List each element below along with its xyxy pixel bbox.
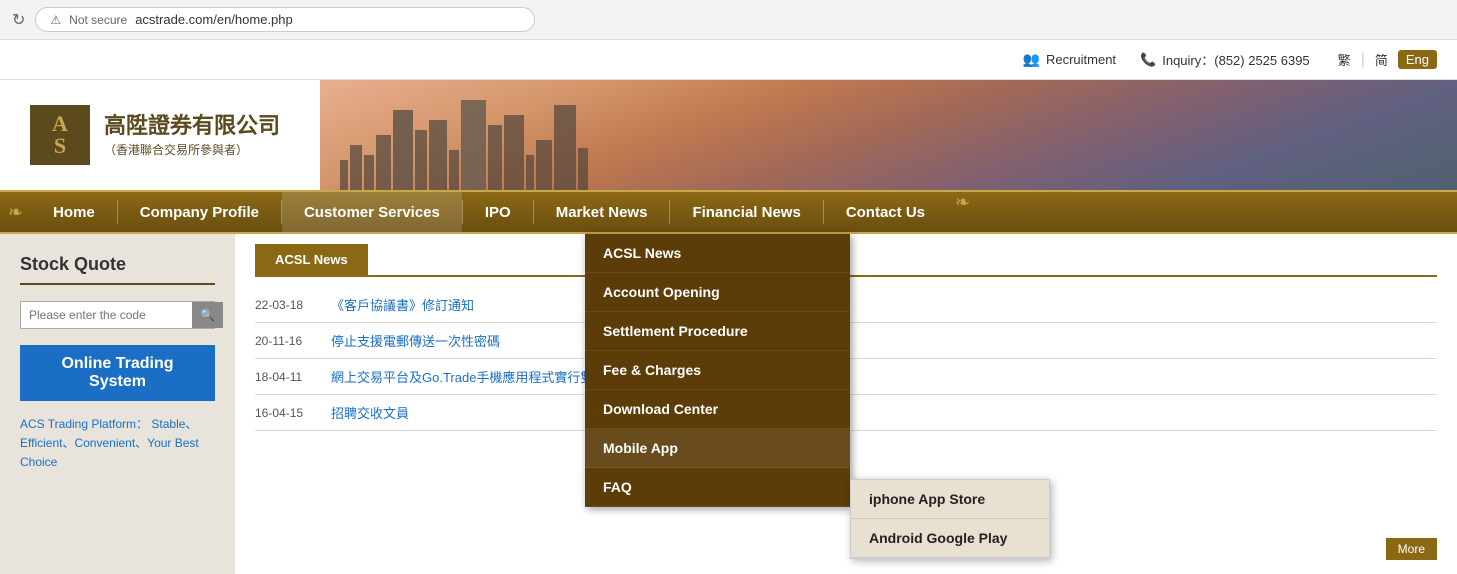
nav-right-ornament: ❧: [947, 192, 1457, 213]
company-name-zh: 高陞證券有限公司: [104, 112, 280, 141]
dropdown-item-acsl-news[interactable]: ACSL News: [585, 234, 850, 273]
more-button[interactable]: More: [1386, 538, 1437, 560]
stock-quote-title: Stock Quote: [20, 254, 215, 285]
news-link-2[interactable]: 停止支援電郵傳送一次性密碼: [331, 331, 500, 350]
logo-area: A S 高陞證券有限公司 （香港聯合交易所參與者）: [0, 80, 320, 190]
header-banner: A S 高陞證券有限公司 （香港聯合交易所參與者）: [0, 80, 1457, 190]
sub-dropdown-android-google-play[interactable]: Android Google Play: [851, 519, 1049, 558]
not-secure-icon: ⚠: [50, 13, 61, 27]
company-name-area: 高陞證券有限公司 （香港聯合交易所參與者）: [104, 112, 280, 158]
stock-search-button[interactable]: 🔍: [192, 302, 223, 328]
recruitment-label: Recruitment: [1046, 52, 1116, 67]
acs-platform-text: ACS Trading Platform： Stable、Efficient、C…: [20, 415, 215, 473]
skyline: [320, 100, 1457, 190]
dropdown-item-mobile-app[interactable]: Mobile App: [585, 429, 850, 468]
nav-item-customer-services[interactable]: Customer Services: [282, 192, 462, 232]
browser-url[interactable]: acstrade.com/en/home.php: [135, 12, 293, 27]
nav-item-company-profile[interactable]: Company Profile: [118, 192, 281, 232]
dropdown-item-fee-charges[interactable]: Fee & Charges: [585, 351, 850, 390]
phone-icon: [1140, 52, 1156, 68]
dropdown-item-settlement-procedure[interactable]: Settlement Procedure: [585, 312, 850, 351]
nav-item-ipo[interactable]: IPO: [463, 192, 533, 232]
customer-services-dropdown: ACSL News Account Opening Settlement Pro…: [585, 234, 850, 507]
inquiry-info: Inquiry：(852) 2525 6395: [1140, 50, 1310, 69]
news-tab-acsl[interactable]: ACSL News: [255, 244, 368, 275]
recruitment-link[interactable]: Recruitment: [1023, 51, 1117, 68]
banner-image: [320, 80, 1457, 190]
news-link-1[interactable]: 《客戶協議書》修訂通知: [331, 295, 474, 314]
nav-left-ornament: ❧: [0, 192, 31, 232]
nav-item-home[interactable]: Home: [31, 192, 117, 232]
nav-item-financial-news[interactable]: Financial News: [670, 192, 822, 232]
news-date-2: 20-11-16: [255, 334, 315, 348]
logo-box: A S: [30, 105, 90, 165]
search-icon: 🔍: [200, 308, 215, 322]
not-secure-label: Not secure: [69, 13, 127, 27]
stock-search-bar: 🔍: [20, 301, 215, 329]
stock-search-input[interactable]: [21, 302, 192, 328]
news-date-3: 18-04-11: [255, 370, 315, 384]
news-date-1: 22-03-18: [255, 298, 315, 312]
company-sub-zh: （香港聯合交易所參與者）: [104, 141, 280, 158]
mobile-app-sub-dropdown: iphone App Store Android Google Play: [850, 479, 1050, 559]
news-date-4: 16-04-15: [255, 406, 315, 420]
news-link-4[interactable]: 招聘交收文員: [331, 403, 409, 422]
top-bar: Recruitment Inquiry：(852) 2525 6395 繁 | …: [0, 40, 1457, 80]
nav-item-contact-us[interactable]: Contact Us: [824, 192, 947, 232]
language-switcher: 繁 | 简 Eng: [1334, 48, 1437, 71]
logo-letters: A S: [52, 113, 68, 157]
nav-item-market-news[interactable]: Market News: [534, 192, 670, 232]
main-content: Stock Quote 🔍 Online Trading System ACS …: [0, 234, 1457, 574]
online-trading-button[interactable]: Online Trading System: [20, 345, 215, 401]
left-sidebar: Stock Quote 🔍 Online Trading System ACS …: [0, 234, 235, 574]
lang-simp-button[interactable]: 简: [1371, 48, 1392, 71]
inquiry-label: Inquiry：(852) 2525 6395: [1162, 50, 1309, 69]
browser-back-icon[interactable]: ↻: [12, 10, 25, 30]
lang-eng-button[interactable]: Eng: [1398, 50, 1437, 69]
people-icon: [1023, 51, 1040, 68]
dropdown-item-download-center[interactable]: Download Center: [585, 390, 850, 429]
dropdown-item-account-opening[interactable]: Account Opening: [585, 273, 850, 312]
dropdown-item-faq[interactable]: FAQ: [585, 468, 850, 507]
nav-bar: ❧ Home Company Profile Customer Services…: [0, 190, 1457, 234]
nav-right-fill: ❧: [947, 192, 1457, 232]
lang-trad-button[interactable]: 繁: [1334, 48, 1355, 71]
sub-dropdown-iphone-app-store[interactable]: iphone App Store: [851, 480, 1049, 519]
